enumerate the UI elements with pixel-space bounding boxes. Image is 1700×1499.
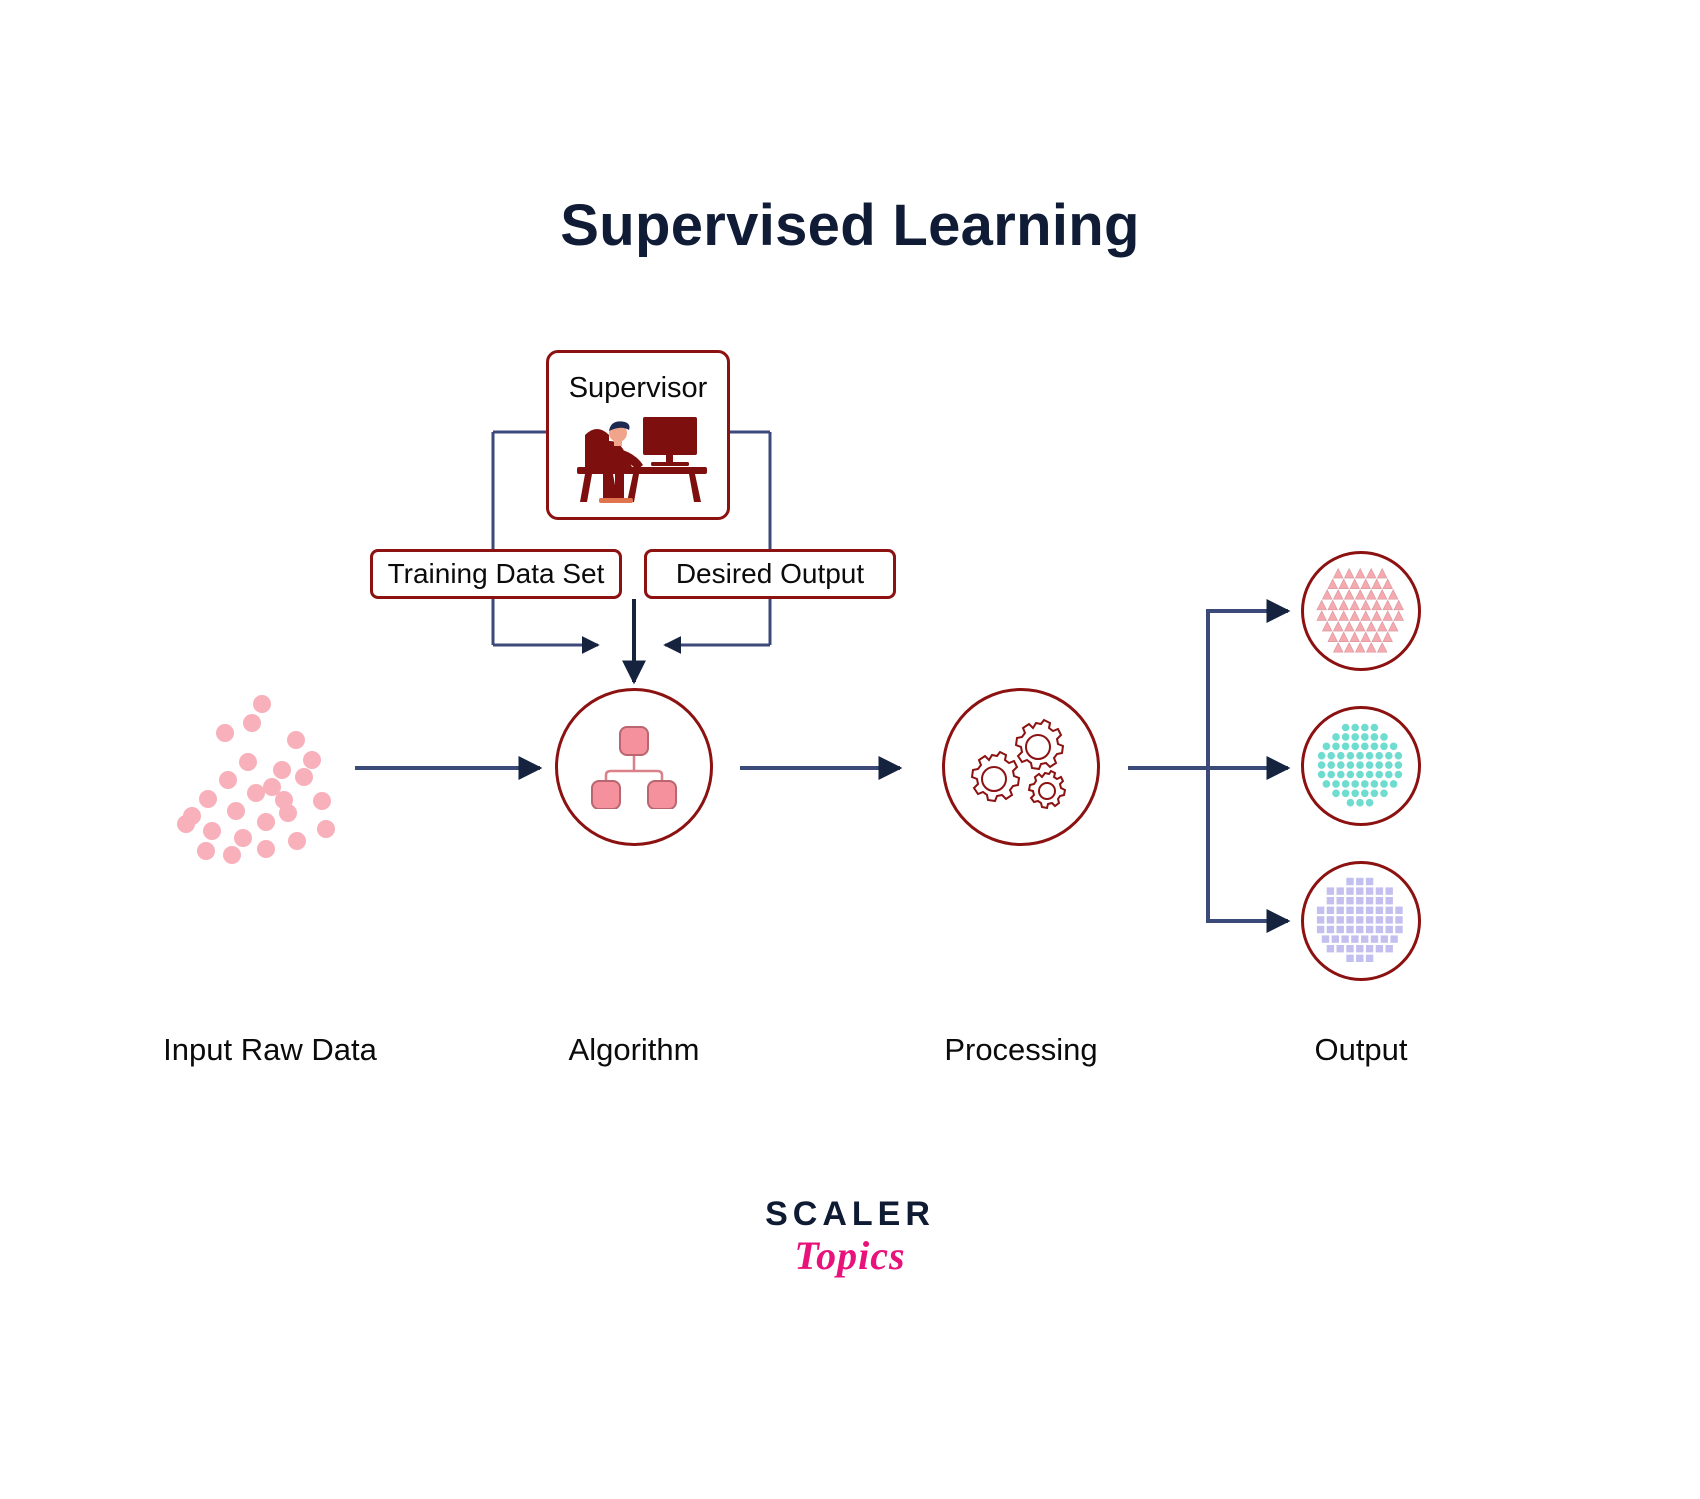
triangle-cluster-icon bbox=[1316, 567, 1404, 653]
processing-node bbox=[942, 688, 1100, 846]
desired-output-label: Desired Output bbox=[675, 558, 865, 589]
training-data-set-box: Training Data Set bbox=[370, 549, 622, 599]
output-node-dots bbox=[1301, 706, 1421, 826]
dot-cluster-icon bbox=[1317, 723, 1403, 807]
training-data-set-label: Training Data Set bbox=[387, 558, 605, 589]
desired-output-box: Desired Output bbox=[644, 549, 896, 599]
supervisor-card: Supervisor bbox=[546, 350, 730, 520]
gears-icon bbox=[970, 718, 1067, 810]
algorithm-node bbox=[555, 688, 713, 846]
output-node-squares bbox=[1301, 861, 1421, 981]
square-cluster-icon bbox=[1316, 877, 1403, 962]
supervisor-label: Supervisor bbox=[568, 372, 708, 404]
diagram-canvas: Supervised Learning Supervisor Training … bbox=[0, 0, 1700, 1499]
output-node-triangles bbox=[1301, 551, 1421, 671]
person-at-computer-icon bbox=[577, 417, 707, 503]
hierarchy-tree-icon bbox=[591, 726, 677, 809]
input-raw-data-scatter bbox=[177, 695, 335, 864]
